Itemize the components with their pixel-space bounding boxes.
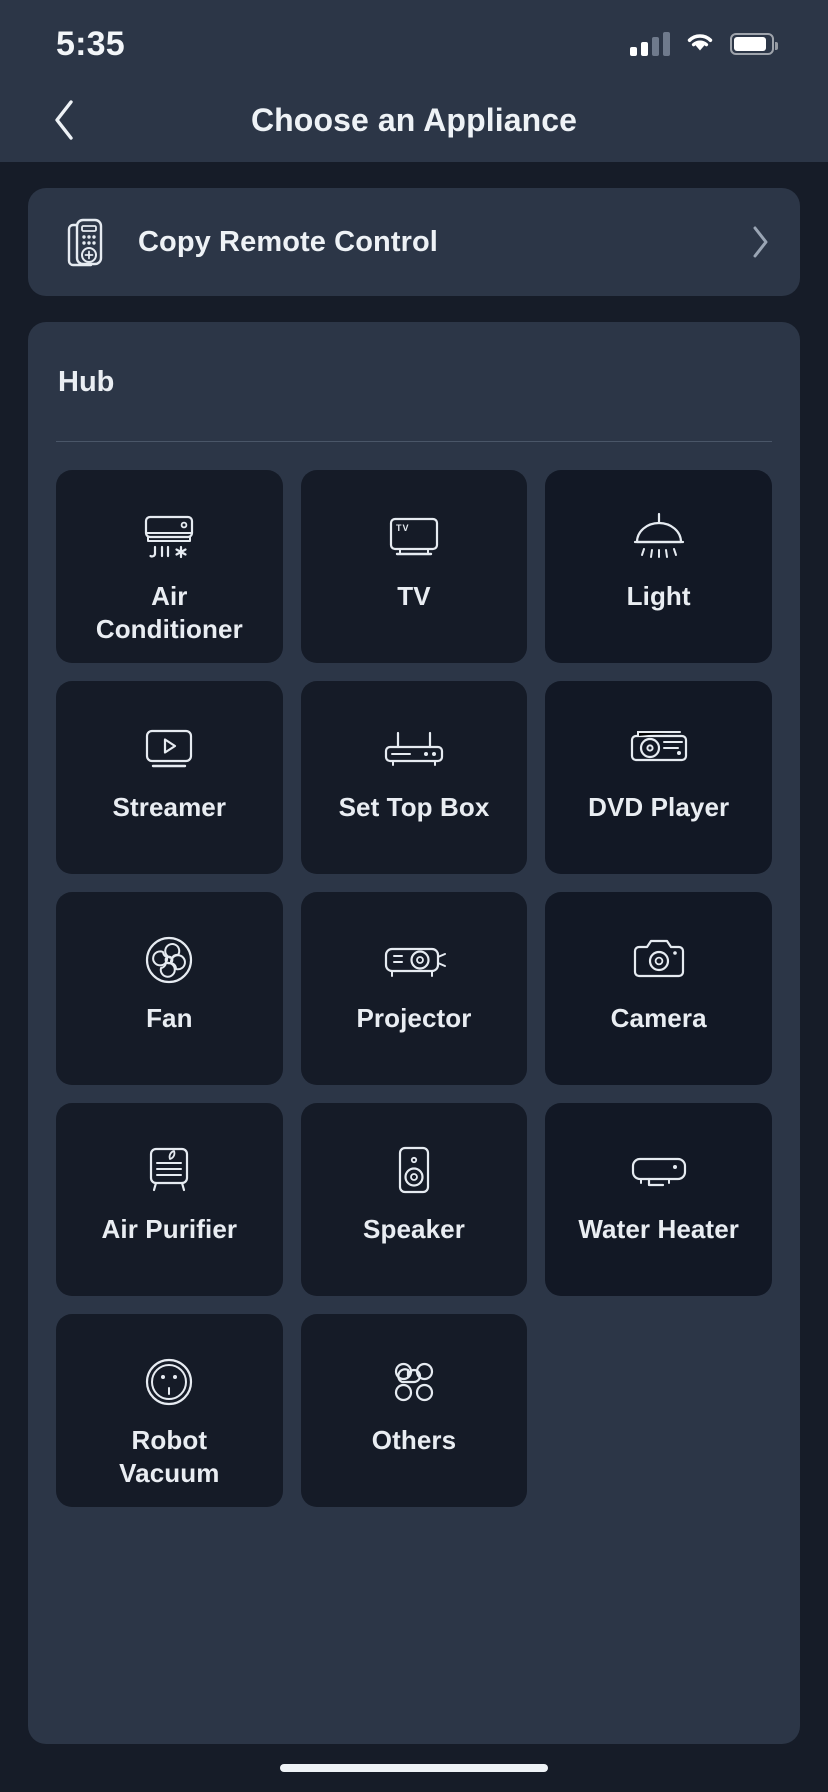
appliance-tile-projector[interactable]: Projector	[300, 892, 528, 1085]
dvd-player-icon	[622, 721, 696, 777]
status-bar: 5:35	[0, 0, 828, 78]
fan-icon	[139, 932, 199, 988]
nav-bar: Choose an Appliance	[0, 78, 828, 162]
speaker-icon	[388, 1143, 440, 1199]
appliance-label: Set Top Box	[338, 792, 490, 822]
robot-vacuum-icon	[140, 1354, 198, 1410]
home-indicator[interactable]	[280, 1764, 548, 1772]
appliance-tile-others[interactable]: Others	[300, 1314, 528, 1507]
camera-icon	[627, 932, 691, 988]
appliance-tile-camera[interactable]: Camera	[545, 892, 772, 1085]
status-time: 5:35	[56, 24, 125, 63]
appliance-tile-streamer[interactable]: Streamer	[56, 681, 283, 874]
svg-text:TV: TV	[396, 523, 410, 533]
chevron-left-icon	[51, 98, 77, 142]
others-grid-icon	[385, 1354, 443, 1410]
appliance-tile-robot-vacuum[interactable]: Robot Vacuum	[56, 1314, 283, 1507]
set-top-box-icon	[377, 721, 451, 777]
appliance-tile-set-top-box[interactable]: Set Top Box	[300, 681, 528, 874]
appliance-label: Water Heater	[578, 1214, 739, 1244]
appliance-label: DVD Player	[588, 792, 730, 822]
home-indicator-area	[0, 1744, 828, 1792]
chevron-right-icon	[750, 225, 770, 259]
tv-icon: TV	[380, 510, 448, 566]
content-area: Copy Remote Control Hub Air Conditioner …	[0, 162, 828, 1744]
copy-remote-control-label: Copy Remote Control	[138, 225, 438, 258]
ceiling-light-icon	[626, 510, 692, 566]
battery-icon	[730, 33, 778, 55]
appliance-grid: Air Conditioner TV TV Light Streamer Set…	[28, 442, 800, 1507]
appliance-label: TV	[397, 581, 431, 611]
appliance-tile-dvd-player[interactable]: DVD Player	[545, 681, 772, 874]
appliance-tile-air-conditioner[interactable]: Air Conditioner	[56, 470, 283, 663]
appliance-tile-air-purifier[interactable]: Air Purifier	[56, 1103, 283, 1296]
remote-control-icon	[60, 216, 114, 268]
app-screen: 5:35 Choose an Appliance Copy Remote Con…	[0, 0, 828, 1792]
wifi-icon	[684, 30, 716, 58]
back-button[interactable]	[36, 92, 92, 148]
appliance-label: Camera	[610, 1003, 707, 1033]
appliance-tile-tv[interactable]: TV TV	[300, 470, 528, 663]
appliance-tile-fan[interactable]: Fan	[56, 892, 283, 1085]
projector-icon	[376, 932, 452, 988]
air-conditioner-icon	[133, 510, 205, 566]
appliance-label: Projector	[356, 1003, 472, 1033]
hub-card: Hub Air Conditioner TV TV Light Streamer…	[28, 322, 800, 1744]
appliance-tile-speaker[interactable]: Speaker	[300, 1103, 528, 1296]
appliance-label: Air Conditioner	[95, 581, 243, 645]
air-purifier-icon	[140, 1143, 198, 1199]
water-heater-icon	[623, 1143, 695, 1199]
appliance-label: Fan	[146, 1003, 193, 1033]
copy-remote-control-row[interactable]: Copy Remote Control	[28, 188, 800, 296]
appliance-label: Others	[371, 1425, 457, 1455]
appliance-label: Robot Vacuum	[119, 1425, 220, 1489]
cellular-signal-icon	[630, 32, 670, 56]
page-title: Choose an Appliance	[250, 101, 578, 138]
streamer-icon	[136, 721, 202, 777]
appliance-label: Light	[626, 581, 691, 611]
hub-section-title: Hub	[58, 366, 115, 398]
appliance-label: Speaker	[363, 1214, 465, 1244]
status-indicators	[630, 30, 778, 58]
appliance-label: Air Purifier	[101, 1214, 238, 1244]
appliance-tile-light[interactable]: Light	[545, 470, 772, 663]
appliance-label: Streamer	[112, 792, 227, 822]
appliance-tile-water-heater[interactable]: Water Heater	[545, 1103, 772, 1296]
